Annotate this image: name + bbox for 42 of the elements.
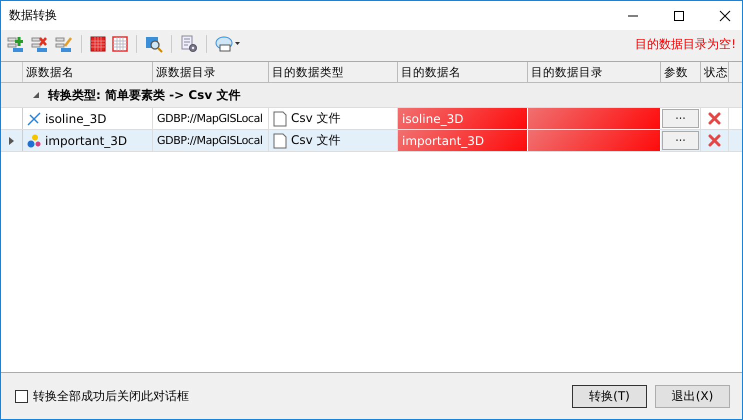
close-dialog-checkbox[interactable]: 转换全部成功后关闭此对话框 — [15, 388, 189, 404]
file-icon — [273, 132, 287, 148]
file-icon — [273, 110, 287, 126]
dialog-button[interactable]: 退出(X) — [655, 384, 730, 408]
table-row[interactable]: isoline_3D GDBP://MapGISLocal Csv 文件 isoline_3D ··· — [1, 108, 742, 130]
column-header[interactable]: 目的数据类型 — [269, 62, 398, 82]
add-layer-icon[interactable] — [7, 35, 25, 53]
column-header[interactable]: 源数据目录 — [153, 62, 269, 82]
settings-icon[interactable] — [180, 35, 198, 53]
display-dropdown-icon[interactable] — [215, 35, 241, 53]
table-cell: GDBP://MapGISLocal — [157, 112, 263, 125]
column-header[interactable]: 状态 — [701, 62, 729, 82]
dest-name-cell[interactable]: important_3D — [398, 130, 528, 151]
table-cell: Csv 文件 — [291, 132, 341, 149]
point-layer-icon — [27, 134, 41, 148]
column-header[interactable]: 参数 — [661, 62, 701, 82]
dest-dir-cell[interactable] — [528, 130, 661, 151]
delete-layer-icon[interactable] — [31, 35, 49, 53]
current-row-icon — [9, 136, 14, 144]
error-message: 目的数据目录为空! — [635, 36, 736, 52]
table-cell: important_3D — [45, 134, 128, 148]
table-cell: isoline_3D — [45, 112, 106, 126]
line-layer-icon — [27, 112, 41, 126]
group-label: 转换类型: 简单要素类 -> Csv 文件 — [48, 86, 240, 104]
column-header[interactable]: 目的数据名 — [398, 62, 528, 82]
grid-icon[interactable] — [112, 36, 128, 52]
maximize-icon[interactable] — [673, 10, 685, 22]
collapse-icon[interactable] — [32, 91, 40, 99]
edit-layer-icon[interactable] — [55, 35, 73, 53]
table-cell: GDBP://MapGISLocal — [157, 134, 263, 147]
table-row[interactable]: important_3D GDBP://MapGISLocal Csv 文件 important_3D ··· — [1, 130, 742, 152]
dialog-button[interactable]: 转换(T) — [572, 384, 647, 408]
select-all-icon[interactable] — [90, 36, 106, 52]
column-header[interactable]: 源数据名 — [23, 62, 153, 82]
dest-dir-cell[interactable] — [528, 108, 661, 129]
params-button[interactable]: ··· — [662, 131, 699, 150]
params-button[interactable]: ··· — [662, 109, 699, 128]
window-title: 数据转换 — [9, 7, 58, 24]
close-icon[interactable] — [719, 10, 731, 22]
column-header[interactable]: 目的数据目录 — [528, 62, 661, 82]
search-icon[interactable] — [145, 35, 163, 53]
table-cell: Csv 文件 — [291, 110, 341, 127]
